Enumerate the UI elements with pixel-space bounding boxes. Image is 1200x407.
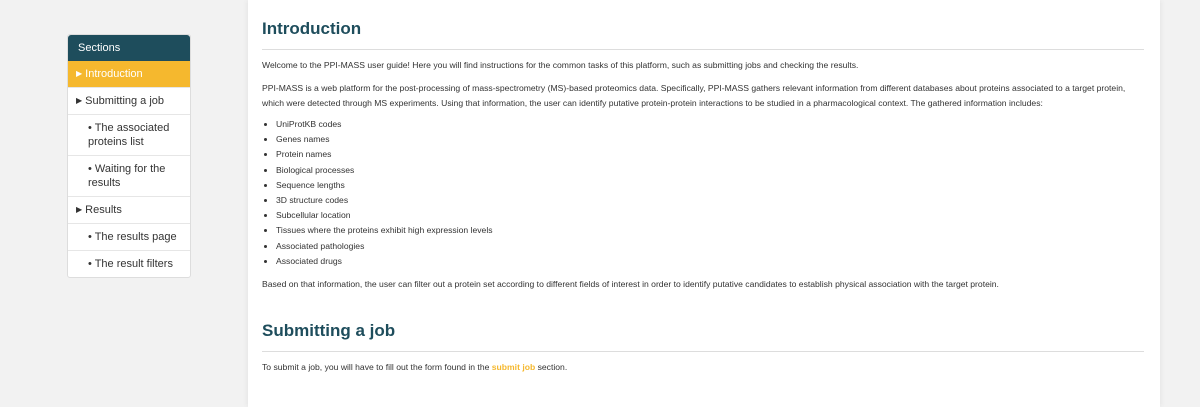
list-item: Genes names xyxy=(276,132,1144,147)
submit-text-after: section. xyxy=(535,362,568,373)
submit-paragraph: To submit a job, you will have to fill o… xyxy=(262,360,1144,375)
sidebar-item-submitting-a-job[interactable]: ▶ Submitting a job xyxy=(68,87,190,114)
sections-sidebar: Sections ▶ Introduction ▶ Submitting a job… xyxy=(67,34,191,278)
submit-job-link[interactable]: submit job xyxy=(492,362,535,372)
list-item: Associated drugs xyxy=(276,254,1144,269)
sidebar-title: Sections xyxy=(68,35,190,61)
list-item: Sequence lengths xyxy=(276,178,1144,193)
sidebar-item-result-filters[interactable]: • The result filters xyxy=(68,250,190,277)
list-item: Protein names xyxy=(276,147,1144,162)
caret-right-icon: ▶ xyxy=(76,96,83,105)
intro-paragraph-description: PPI-MASS is a web platform for the post-… xyxy=(262,83,1126,108)
intro-paragraph-filtering: Based on that information, the user can … xyxy=(262,279,999,290)
sidebar-item-label: • The results page xyxy=(88,231,177,243)
sidebar-item-label: • The associated proteins list xyxy=(88,122,170,148)
list-item: 3D structure codes xyxy=(276,193,1144,208)
sidebar-item-label: Results xyxy=(85,204,122,216)
sidebar-item-label: Submitting a job xyxy=(85,95,165,107)
list-item: Associated pathologies xyxy=(276,239,1144,254)
sidebar-item-results[interactable]: ▶ Results xyxy=(68,196,190,223)
sidebar-item-results-page[interactable]: • The results page xyxy=(68,223,190,250)
gathered-info-list: UniProtKB codes Genes names Protein name… xyxy=(262,117,1144,269)
list-item: Tissues where the proteins exhibit high … xyxy=(276,223,1144,238)
sidebar-item-label: • Waiting for the results xyxy=(88,163,166,189)
guide-content-panel: Introduction Welcome to the PPI-MASS use… xyxy=(248,0,1160,407)
sidebar-item-introduction[interactable]: ▶ Introduction xyxy=(68,61,190,87)
list-item: Subcellular location xyxy=(276,208,1144,223)
sidebar-item-label: Introduction xyxy=(85,68,143,80)
sidebar-item-waiting-for-results[interactable]: • Waiting for the results xyxy=(68,155,190,196)
intro-paragraph-welcome: Welcome to the PPI-MASS user guide! Here… xyxy=(262,60,859,70)
caret-right-icon: ▶ xyxy=(76,205,83,214)
caret-right-icon: ▶ xyxy=(76,69,83,78)
submitting-a-job-heading: Submitting a job xyxy=(262,320,1144,353)
submit-text-before: To submit a job, you will have to fill o… xyxy=(262,362,492,373)
sidebar-item-label: • The result filters xyxy=(88,258,173,270)
introduction-heading: Introduction xyxy=(262,18,1144,50)
list-item: Biological processes xyxy=(276,163,1144,178)
list-item: UniProtKB codes xyxy=(276,117,1144,132)
sidebar-item-associated-proteins-list[interactable]: • The associated proteins list xyxy=(68,114,190,155)
